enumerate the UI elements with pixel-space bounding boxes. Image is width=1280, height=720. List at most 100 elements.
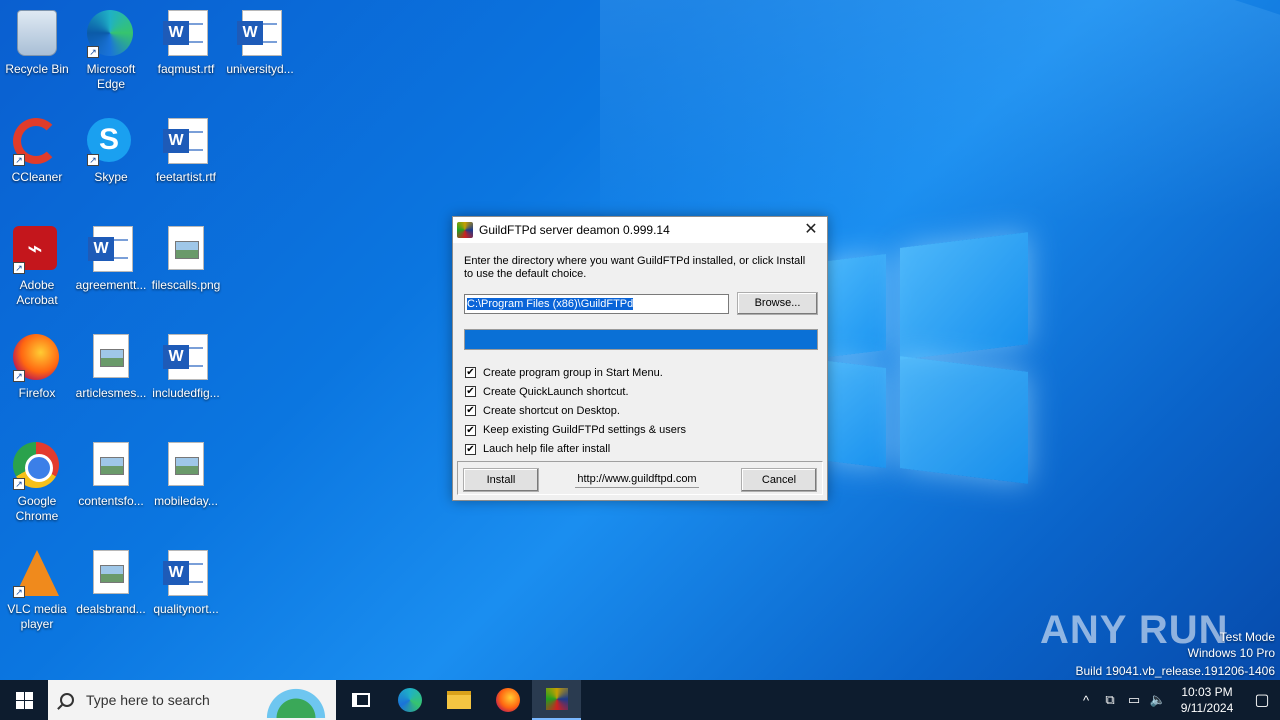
checkbox-label: Keep existing GuildFTPd settings & users	[483, 424, 686, 437]
checkbox-launch-help[interactable]: ✔ Lauch help file after install	[465, 440, 686, 459]
image-file-icon	[93, 442, 129, 486]
desktop-icon-articlesmes[interactable]: articlesmes...	[74, 328, 148, 401]
word-document-icon	[163, 334, 208, 380]
desktop-icon-google-chrome[interactable]: ↗ Google Chrome	[0, 436, 74, 524]
desktop-icon-mobileday[interactable]: mobileday...	[149, 436, 223, 509]
website-link[interactable]: http://www.guildftpd.com	[575, 472, 699, 488]
install-button[interactable]: Install	[463, 468, 539, 492]
desktop-icon-label: qualitynort...	[153, 602, 219, 616]
taskbar-guildftpd[interactable]	[532, 680, 581, 720]
dialog-titlebar[interactable]: GuildFTPd server deamon 0.999.14 ✕	[453, 217, 827, 243]
desktop-icon-includedfig[interactable]: includedfig...	[149, 328, 223, 401]
desktop-icon-label: dealsbrand...	[76, 602, 146, 616]
clock-time: 10:03 PM	[1181, 685, 1233, 699]
checkbox-quicklaunch[interactable]: ✔ Create QuickLaunch shortcut.	[465, 382, 686, 401]
desktop-icon-recycle-bin[interactable]: Recycle Bin	[0, 4, 74, 77]
desktop-icon-skype[interactable]: S ↗ Skype	[74, 112, 148, 185]
checkbox-desktop-shortcut[interactable]: ✔ Create shortcut on Desktop.	[465, 401, 686, 420]
desktop-icon-qualitynort[interactable]: qualitynort...	[149, 544, 223, 617]
edge-icon	[397, 688, 422, 712]
taskbar-clock[interactable]: 10:03 PM 9/11/2024	[1170, 684, 1244, 716]
desktop-icon-contentsfo[interactable]: contentsfo...	[74, 436, 148, 509]
volume-icon[interactable]: 🔈	[1146, 692, 1170, 708]
desktop-icon-universityd[interactable]: universityd...	[223, 4, 297, 77]
taskbar-edge[interactable]	[385, 680, 434, 720]
windows-start-icon	[15, 691, 33, 709]
shortcut-arrow-icon: ↗	[13, 262, 25, 274]
image-file-icon	[93, 334, 129, 378]
desktop-icon-label: universityd...	[226, 62, 294, 76]
desktop-icon-faqmust[interactable]: faqmust.rtf	[149, 4, 223, 77]
checkbox-label: Create program group in Start Menu.	[483, 366, 663, 379]
checkbox-keep-settings[interactable]: ✔ Keep existing GuildFTPd settings & user…	[465, 421, 686, 440]
checkbox-label: Create QuickLaunch shortcut.	[483, 385, 629, 398]
taskbar-search-box[interactable]: Type here to search	[48, 680, 336, 720]
install-path-input[interactable]: C:\Program Files (x86)\GuildFTPd	[464, 294, 729, 314]
desktop-icon-microsoft-edge[interactable]: ↗ Microsoft Edge	[74, 4, 148, 92]
desktop-icon-label: includedfig...	[152, 386, 220, 400]
image-file-icon	[93, 550, 129, 594]
cancel-button[interactable]: Cancel	[741, 468, 817, 492]
checkbox-start-menu-group[interactable]: ✔ Create program group in Start Menu.	[465, 363, 686, 382]
desktop-icon-label: Microsoft Edge	[86, 62, 136, 91]
task-view-button[interactable]	[336, 680, 385, 720]
task-view-icon	[351, 693, 370, 707]
checkbox-box[interactable]: ✔	[465, 367, 476, 379]
desktop-icon-label: articlesmes...	[75, 386, 147, 400]
desktop-icon-label: CCleaner	[11, 170, 63, 184]
taskbar: Type here to search ^ ⧉ ▭ 🔈 10:03 PM 9/1…	[0, 680, 1280, 720]
install-description: Enter the directory where you want Guild…	[464, 255, 806, 280]
shortcut-arrow-icon: ↗	[13, 154, 25, 166]
shortcut-arrow-icon: ↗	[87, 154, 99, 166]
desktop-icon-label: Skype	[94, 170, 128, 184]
windows-logo-wallpaper	[820, 232, 1030, 484]
image-file-icon	[168, 226, 204, 270]
test-mode-text: Test Mode	[1219, 630, 1275, 644]
checkbox-box[interactable]: ✔	[465, 405, 476, 417]
tray-device-icon[interactable]: ⧉	[1098, 692, 1122, 708]
word-document-icon	[163, 10, 208, 56]
checkbox-box[interactable]: ✔	[465, 424, 476, 436]
windows-edition-text: Windows 10 Pro	[1187, 646, 1275, 660]
desktop-icon-dealsbrand[interactable]: dealsbrand...	[74, 544, 148, 617]
desktop-icon-label: filescalls.png	[151, 278, 221, 292]
desktop-icon-firefox[interactable]: ↗ Firefox	[0, 328, 74, 401]
tray-chevron-up-icon[interactable]: ^	[1074, 693, 1098, 708]
desktop-icon-label: contentsfo...	[78, 494, 144, 508]
word-document-icon	[163, 550, 208, 596]
progress-fill	[465, 330, 817, 349]
desktop-icon-adobe-acrobat[interactable]: ⌁ ↗ Adobe Acrobat	[0, 220, 74, 308]
desktop-icon-feetartist[interactable]: feetartist.rtf	[149, 112, 223, 185]
dialog-title: GuildFTPd server deamon 0.999.14	[479, 223, 670, 237]
desktop-icon-label: Firefox	[18, 386, 56, 400]
close-button[interactable]: ✕	[795, 217, 827, 243]
guildftpd-app-icon	[457, 222, 473, 238]
taskbar-file-explorer[interactable]	[434, 680, 483, 720]
shortcut-arrow-icon: ↗	[13, 586, 25, 598]
guildftpd-app-icon	[545, 688, 568, 710]
desktop-icon-ccleaner[interactable]: ↗ CCleaner	[0, 112, 74, 185]
desktop-icon-label: faqmust.rtf	[157, 62, 215, 76]
start-button[interactable]	[0, 680, 48, 720]
options-checkbox-list: ✔ Create program group in Start Menu. ✔ Cr…	[465, 363, 686, 459]
desktop-icon-agreementt[interactable]: agreementt...	[74, 220, 148, 293]
desktop-icon-label: Adobe Acrobat	[16, 278, 58, 307]
desktop-icon-filescalls[interactable]: filescalls.png	[149, 220, 223, 293]
notification-icon[interactable]: ▢	[1244, 690, 1280, 710]
desktop: Recycle Bin ↗ CCleaner ⌁ ↗ Adobe Acrobat …	[0, 0, 1280, 680]
browse-button[interactable]: Browse...	[737, 292, 818, 315]
taskbar-firefox[interactable]	[483, 680, 532, 720]
desktop-icon-label: agreementt...	[75, 278, 147, 292]
installer-dialog: GuildFTPd server deamon 0.999.14 ✕ Enter…	[452, 216, 828, 501]
desktop-icon-label: VLC media player	[7, 602, 67, 631]
desktop-icon-label: Google Chrome	[15, 494, 59, 523]
checkbox-box[interactable]: ✔	[465, 386, 476, 398]
checkbox-box[interactable]: ✔	[465, 443, 476, 455]
network-icon[interactable]: ▭	[1122, 692, 1146, 708]
shortcut-arrow-icon: ↗	[87, 46, 99, 58]
install-path-value: C:\Program Files (x86)\GuildFTPd	[467, 298, 634, 310]
shortcut-arrow-icon: ↗	[13, 478, 25, 490]
desktop-icon-vlc[interactable]: ↗ VLC media player	[0, 544, 74, 632]
recycle-bin-icon	[17, 10, 57, 56]
firefox-icon	[495, 688, 520, 712]
